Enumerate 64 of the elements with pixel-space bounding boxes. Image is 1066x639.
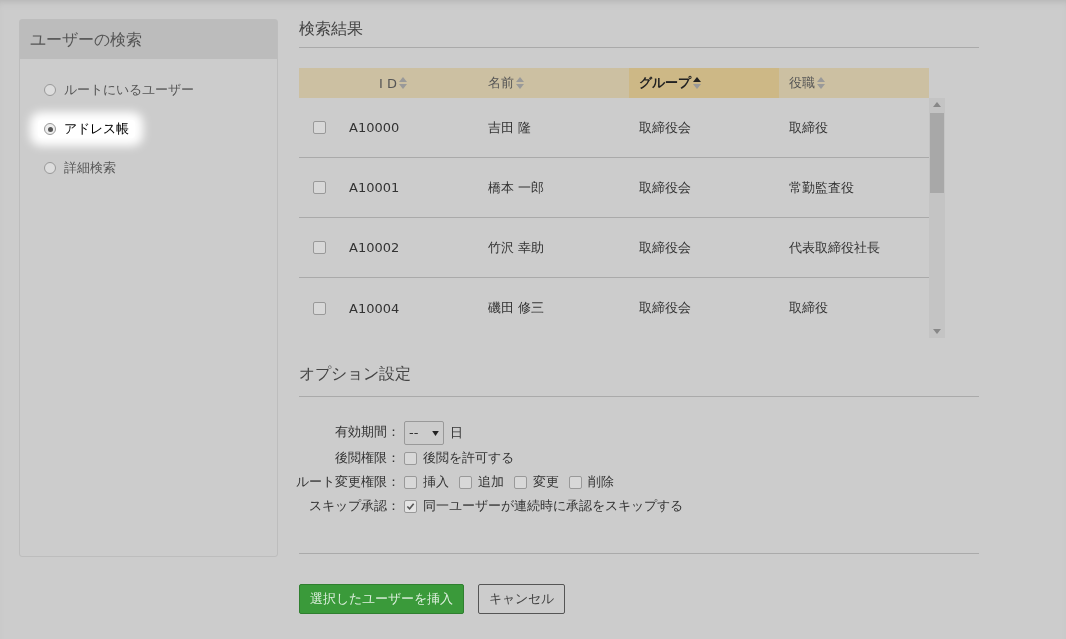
panel-title: ユーザーの検索 xyxy=(20,20,277,59)
table-cell-text: A10002 xyxy=(348,240,401,255)
table-cell-text: 磯田 修三 xyxy=(487,299,546,317)
cancel-button[interactable]: キャンセル xyxy=(478,584,565,614)
scroll-up-icon[interactable] xyxy=(933,102,941,107)
column-header[interactable]: 役職 xyxy=(779,68,929,98)
checkbox[interactable] xyxy=(404,451,417,465)
column-header[interactable]: 名前 xyxy=(478,68,629,98)
option-label: ルートにいるユーザー xyxy=(64,81,194,99)
search-option[interactable]: ルートにいるユーザー xyxy=(38,81,200,99)
checkbox-label: 削除 xyxy=(588,473,614,491)
table-cell-text: 取締役会 xyxy=(638,118,692,137)
checkbox[interactable] xyxy=(569,475,582,489)
checkbox-label: 後閲を許可する xyxy=(423,449,514,467)
period-select[interactable]: -- xyxy=(404,421,445,445)
table-cell-text: 代表取締役社長 xyxy=(788,238,881,257)
checkbox-label: 追加 xyxy=(478,473,504,491)
option-label: 後閲権限： xyxy=(334,449,401,467)
row-checkbox[interactable] xyxy=(313,121,326,134)
sort-icon xyxy=(817,77,825,89)
search-option[interactable]: アドレス帳 xyxy=(38,120,135,138)
table-cell-text: A10004 xyxy=(348,300,401,316)
option-label: アドレス帳 xyxy=(64,120,129,138)
radio-button[interactable] xyxy=(44,84,56,96)
sort-icon xyxy=(399,77,407,89)
table-cell-text: 取締役会 xyxy=(638,178,692,197)
row-checkbox[interactable] xyxy=(313,241,326,254)
table-cell-text: 竹沢 幸助 xyxy=(487,238,546,257)
column-header[interactable]: I D xyxy=(339,68,478,98)
search-option[interactable]: 詳細検索 xyxy=(38,159,122,177)
option-label: 有効期間： xyxy=(334,423,401,441)
caret-icon xyxy=(432,430,440,436)
radio-button[interactable] xyxy=(44,123,56,135)
table-cell-text: A10001 xyxy=(348,180,401,195)
table-cell-text: 常勤監査役 xyxy=(788,178,855,197)
option-label: ルート変更権限： xyxy=(295,473,401,491)
column-header[interactable]: グループ xyxy=(629,68,779,98)
unit-label: 日 xyxy=(450,424,464,442)
radio-button[interactable] xyxy=(44,162,56,174)
table-cell-text: 取締役 xyxy=(788,299,829,317)
checkbox-label: 同一ユーザーが連続時に承認をスキップする xyxy=(423,497,683,515)
scroll-down-icon[interactable] xyxy=(933,329,941,334)
section-title: オプション設定 xyxy=(299,364,412,385)
table-cell-text: 吉田 隆 xyxy=(487,118,533,137)
table-cell-text: 取締役会 xyxy=(638,299,692,317)
checkbox[interactable] xyxy=(404,475,417,489)
table-cell-text: A10000 xyxy=(348,120,401,135)
table-cell-text: 取締役会 xyxy=(638,238,692,257)
scrollbar[interactable] xyxy=(929,98,945,338)
table-cell-text: 取締役 xyxy=(788,118,829,137)
row-checkbox[interactable] xyxy=(313,181,326,194)
table-cell-text: 橋本 一郎 xyxy=(487,178,546,197)
sort-icon xyxy=(516,77,524,89)
checkbox-label: 変更 xyxy=(533,473,559,491)
sort-icon xyxy=(693,77,701,89)
section-title: 検索結果 xyxy=(299,19,364,40)
checkbox-label: 挿入 xyxy=(423,473,449,491)
checkbox[interactable] xyxy=(459,475,472,489)
row-checkbox[interactable] xyxy=(313,301,326,315)
option-label: 詳細検索 xyxy=(64,159,116,177)
option-label: スキップ承認： xyxy=(308,497,401,515)
checkbox[interactable] xyxy=(404,499,417,513)
checkbox[interactable] xyxy=(514,475,527,489)
insert-button[interactable]: 選択したユーザーを挿入 xyxy=(299,584,464,614)
